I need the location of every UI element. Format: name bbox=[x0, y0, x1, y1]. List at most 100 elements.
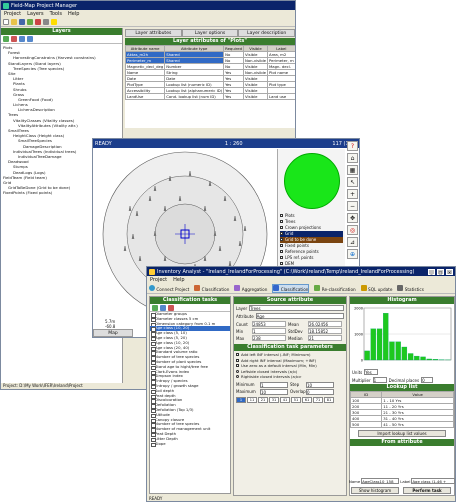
layer-checkbox[interactable] bbox=[280, 232, 283, 235]
ia-menu-project[interactable]: Project bbox=[150, 277, 167, 283]
param-radio[interactable] bbox=[236, 375, 239, 378]
home-icon[interactable]: ⌂ bbox=[347, 153, 358, 163]
histogram-header: Histogram bbox=[350, 297, 454, 304]
classification-tool-button[interactable]: Classification bbox=[194, 285, 229, 292]
layer-checkbox[interactable] bbox=[280, 220, 283, 223]
help-icon[interactable] bbox=[51, 19, 57, 25]
remove-layer-icon[interactable] bbox=[11, 36, 17, 42]
attributes-table[interactable]: Attribute name Attribute type Required Visi… bbox=[124, 45, 295, 100]
layer-checkbox[interactable] bbox=[280, 226, 283, 229]
param-checkbox[interactable] bbox=[236, 353, 239, 356]
layer-checkbox[interactable] bbox=[280, 238, 283, 241]
import-lookup-button[interactable]: Import lookup list values bbox=[358, 430, 446, 437]
table-row[interactable]: LandUse Cond. lookup list (num ID) Yes Visi… bbox=[124, 93, 295, 100]
y-tick-label: 1000 bbox=[354, 332, 363, 336]
task-list[interactable]: Diameter groups Diameter classes 5 cm Dime… bbox=[150, 311, 230, 447]
up-icon[interactable] bbox=[19, 36, 25, 42]
grid-icon[interactable]: ▦ bbox=[347, 165, 358, 175]
sql-update-button[interactable]: SQL update bbox=[360, 285, 392, 292]
decimal-label: Decimal places bbox=[388, 377, 420, 383]
menu-tools[interactable]: Tools bbox=[50, 11, 62, 17]
menu-help[interactable]: Help bbox=[68, 11, 79, 17]
classification-button[interactable]: Classification bbox=[272, 284, 310, 293]
statistics-button[interactable]: Statistics bbox=[397, 285, 424, 292]
table-cell: Yes bbox=[223, 93, 245, 100]
table-cell: 41 - 50 Yrs bbox=[381, 421, 454, 428]
bin-button[interactable]: 11 bbox=[247, 396, 257, 403]
gps-icon[interactable]: ⊕ bbox=[347, 249, 358, 259]
show-histogram-button[interactable]: Show histogram bbox=[351, 487, 399, 494]
layer-legend[interactable]: Plots Trees Crown projections Grid Grid to b… bbox=[278, 213, 345, 267]
layer-checkbox[interactable] bbox=[280, 262, 283, 265]
step-input[interactable]: 10 bbox=[306, 381, 334, 388]
multiplier-input[interactable]: 1 bbox=[372, 377, 387, 383]
menu-project[interactable]: Project bbox=[4, 11, 21, 17]
menu-layers[interactable]: Layers bbox=[27, 11, 44, 17]
bin-button[interactable]: 1 bbox=[236, 396, 246, 403]
edit-icon[interactable] bbox=[35, 19, 41, 25]
layer-checkbox[interactable] bbox=[280, 256, 283, 259]
tab-layer-options[interactable]: Layer options bbox=[181, 29, 239, 37]
delete-task-icon[interactable] bbox=[168, 304, 174, 311]
mean-label: Mean bbox=[288, 321, 299, 327]
add-layer-icon[interactable] bbox=[3, 36, 9, 42]
help-icon[interactable]: ? bbox=[347, 141, 358, 151]
tab-map[interactable]: Map bbox=[93, 329, 133, 337]
bin-button[interactable]: 51 bbox=[291, 396, 301, 403]
param-option[interactable]: Rightside closed intervals (a;b> bbox=[236, 374, 344, 380]
measure-icon[interactable]: ⊿ bbox=[347, 237, 358, 247]
add-task-icon[interactable] bbox=[152, 304, 158, 311]
name-input[interactable]: AgeClass10_158 bbox=[361, 478, 400, 484]
units-select[interactable]: Yes bbox=[364, 369, 379, 375]
task-item[interactable]: Slope bbox=[150, 441, 230, 447]
layer-icon[interactable] bbox=[27, 19, 33, 25]
param-checkbox[interactable] bbox=[236, 364, 239, 367]
decimal-input[interactable]: 0 bbox=[421, 377, 434, 383]
new-icon[interactable] bbox=[3, 19, 9, 25]
classification-icon bbox=[273, 285, 280, 291]
open-icon[interactable] bbox=[11, 19, 17, 25]
bin-button[interactable]: 61 bbox=[302, 396, 312, 403]
target-icon[interactable]: ◎ bbox=[347, 225, 358, 235]
zoom-in-icon[interactable]: + bbox=[347, 189, 358, 199]
pointer-icon[interactable]: ↖ bbox=[347, 177, 358, 187]
action-row: Show histogram Perform task bbox=[351, 487, 451, 494]
connect-project-button[interactable]: Connect Project bbox=[149, 285, 189, 292]
bin-button[interactable]: 41 bbox=[280, 396, 290, 403]
pan-icon[interactable]: ✥ bbox=[347, 213, 358, 223]
bin-button[interactable]: 81 bbox=[324, 396, 334, 403]
tab-layer-attributes[interactable]: Layer attributes bbox=[125, 29, 182, 37]
maximize-button[interactable]: □ bbox=[437, 268, 444, 275]
zoom-out-icon[interactable]: − bbox=[347, 201, 358, 211]
maximum-input[interactable]: 10 bbox=[260, 388, 288, 395]
lookup-table[interactable]: ID Value 100 1 - 10 Yrs 200 11 - 20 Yrs 300 21… bbox=[349, 391, 454, 428]
param-label: Add right INF interval (Maximum; +INF) bbox=[241, 357, 317, 363]
bin-button[interactable]: 71 bbox=[313, 396, 323, 403]
tool-icon[interactable] bbox=[43, 19, 49, 25]
tab-layer-description[interactable]: Layer description bbox=[238, 29, 295, 37]
layer-checkbox[interactable] bbox=[280, 244, 283, 247]
attribute-select[interactable]: Age bbox=[255, 313, 344, 319]
layer-select[interactable]: Trees bbox=[249, 305, 344, 311]
reclassification-button[interactable]: Re-classification bbox=[314, 285, 356, 292]
minimum-input[interactable]: 1 bbox=[260, 381, 288, 388]
ia-menu-help[interactable]: Help bbox=[173, 277, 184, 283]
table-row[interactable]: 500 41 - 50 Yrs bbox=[349, 421, 454, 428]
layer-checkbox[interactable] bbox=[280, 250, 283, 253]
save-icon[interactable] bbox=[19, 19, 25, 25]
param-checkbox[interactable] bbox=[236, 358, 239, 362]
bin-button[interactable]: 31 bbox=[269, 396, 279, 403]
bin-button[interactable]: 21 bbox=[258, 396, 268, 403]
overlap-input[interactable]: 0 bbox=[306, 388, 334, 395]
legend-label: Plots bbox=[285, 213, 295, 218]
label-input[interactable]: Age class (1-46 + bbox=[411, 478, 455, 484]
layer-checkbox[interactable] bbox=[280, 214, 283, 217]
down-icon[interactable] bbox=[27, 36, 33, 42]
close-button[interactable]: × bbox=[446, 268, 453, 275]
aggregation-button[interactable]: Aggregation bbox=[234, 285, 267, 292]
perform-task-button[interactable]: Perform task bbox=[403, 487, 451, 494]
minimize-button[interactable]: _ bbox=[428, 268, 435, 275]
min-label: Min bbox=[236, 328, 244, 334]
copy-task-icon[interactable] bbox=[160, 304, 166, 311]
param-radio[interactable] bbox=[236, 369, 239, 373]
